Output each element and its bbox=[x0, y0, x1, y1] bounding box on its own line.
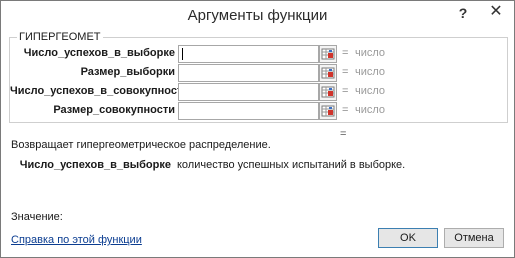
function-name: ГИПЕРГЕОМЕТ bbox=[17, 31, 103, 43]
argument-row-successes-in-sample: Число_успехов_в_выборке = число bbox=[10, 45, 507, 63]
argument-input-successes-in-population[interactable] bbox=[178, 83, 319, 101]
range-select-icon bbox=[321, 67, 335, 79]
function-group: ГИПЕРГЕОМЕТ Число_успехов_в_выборке = чи… bbox=[9, 31, 508, 123]
cancel-button[interactable]: Отмена bbox=[444, 228, 504, 248]
equals-sign: = bbox=[342, 104, 349, 116]
argument-input-successes-in-sample[interactable] bbox=[178, 45, 319, 63]
equals-sign: = bbox=[342, 47, 349, 59]
ok-button[interactable]: OK bbox=[378, 228, 438, 248]
close-button[interactable]: ✕ bbox=[479, 2, 513, 22]
argument-description-name: Число_успехов_в_выборке bbox=[19, 159, 171, 171]
argument-label: Число_успехов_в_выборке bbox=[23, 47, 175, 59]
argument-result: число bbox=[355, 104, 386, 116]
argument-input-sample-size[interactable] bbox=[178, 64, 319, 82]
argument-row-population-size: Размер_совокупности = число bbox=[10, 102, 507, 120]
function-description: Возвращает гипергеометрическое распредел… bbox=[11, 139, 271, 151]
function-result-equals: = bbox=[340, 128, 347, 140]
equals-sign: = bbox=[342, 85, 349, 97]
argument-label: Размер_совокупности bbox=[53, 104, 175, 116]
range-select-icon bbox=[321, 48, 335, 60]
argument-row-sample-size: Размер_выборки = число bbox=[10, 64, 507, 82]
equals-sign: = bbox=[342, 66, 349, 78]
function-arguments-dialog: Аргументы функции ? ✕ ГИПЕРГЕОМЕТ Число_… bbox=[0, 0, 515, 258]
argument-row-successes-in-population: Число_успехов_в_совокупности = число bbox=[10, 83, 507, 101]
dialog-body: ГИПЕРГЕОМЕТ Число_успехов_в_выборке = чи… bbox=[1, 29, 514, 257]
range-select-icon bbox=[321, 86, 335, 98]
value-label: Значение: bbox=[11, 211, 63, 223]
argument-description-text: количество успешных испытаний в выборке. bbox=[177, 159, 406, 171]
dialog-title: Аргументы функции bbox=[187, 7, 328, 24]
argument-result: число bbox=[355, 47, 386, 59]
collapse-dialog-button[interactable] bbox=[319, 45, 337, 63]
text-cursor bbox=[182, 48, 183, 60]
range-select-icon bbox=[321, 105, 335, 117]
title-bar[interactable]: Аргументы функции ? ✕ bbox=[1, 1, 514, 29]
function-help-link[interactable]: Справка по этой функции bbox=[11, 234, 142, 246]
collapse-dialog-button[interactable] bbox=[319, 102, 337, 120]
collapse-dialog-button[interactable] bbox=[319, 83, 337, 101]
argument-label: Число_успехов_в_совокупности bbox=[10, 85, 190, 97]
collapse-dialog-button[interactable] bbox=[319, 64, 337, 82]
argument-input-population-size[interactable] bbox=[178, 102, 319, 120]
argument-label: Размер_выборки bbox=[80, 66, 175, 78]
argument-result: число bbox=[355, 66, 386, 78]
help-button[interactable]: ? bbox=[453, 4, 473, 22]
argument-result: число bbox=[355, 85, 386, 97]
